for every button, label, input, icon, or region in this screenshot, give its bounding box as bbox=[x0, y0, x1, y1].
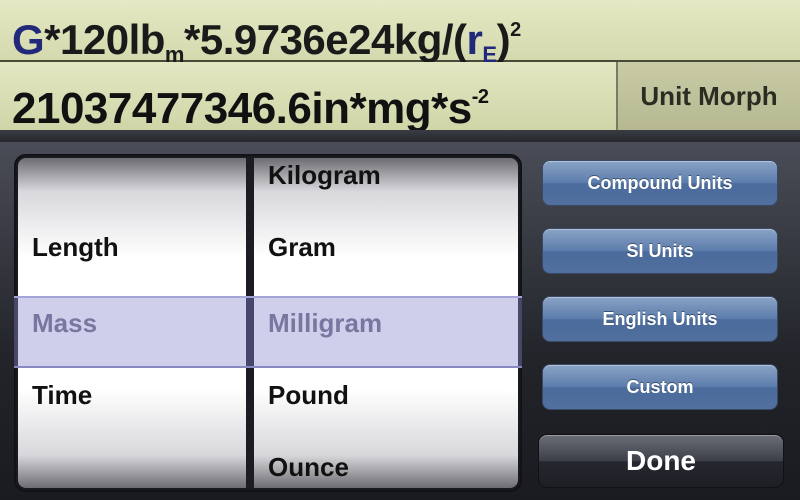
english-units-button[interactable]: English Units bbox=[542, 296, 778, 342]
expression-r: rE bbox=[466, 16, 498, 67]
unit-item-gram[interactable]: Gram bbox=[268, 232, 336, 263]
expression-r-letter: r bbox=[466, 16, 483, 63]
unit-item-kilogram[interactable]: Kilogram bbox=[268, 160, 381, 191]
expression-close: ) bbox=[496, 16, 511, 63]
unit-picker[interactable]: Length Mass Time Kilogram Gram Milligram… bbox=[14, 154, 522, 492]
unit-item-pound[interactable]: Pound bbox=[268, 380, 349, 411]
separator bbox=[0, 130, 800, 142]
result-text: 21037477346.6in*mg*s-2 bbox=[12, 72, 489, 134]
category-item-time[interactable]: Time bbox=[32, 380, 92, 411]
expression-part1: *120lb bbox=[44, 16, 165, 63]
expression-g: G bbox=[12, 16, 45, 63]
unit-converter-app: G*120lbm*5.9736e24kg/(rE)2 21037477346.6… bbox=[0, 0, 800, 500]
picker-selection-bar bbox=[14, 296, 522, 368]
unit-picker-panel: Length Mass Time Kilogram Gram Milligram… bbox=[0, 142, 800, 500]
category-item-length[interactable]: Length bbox=[32, 232, 119, 263]
expression-display[interactable]: G*120lbm*5.9736e24kg/(rE)2 bbox=[0, 0, 800, 67]
custom-button[interactable]: Custom bbox=[542, 364, 778, 410]
selection-divider bbox=[246, 298, 254, 366]
done-button[interactable]: Done bbox=[538, 434, 784, 488]
si-units-button[interactable]: SI Units bbox=[542, 228, 778, 274]
compound-units-button[interactable]: Compound Units bbox=[542, 160, 778, 206]
unit-item-ounce[interactable]: Ounce bbox=[268, 452, 349, 483]
expression-exp: 2 bbox=[510, 19, 521, 41]
result-exp: -2 bbox=[471, 86, 489, 108]
result-main: 21037477346.6in*mg*s bbox=[12, 84, 472, 133]
unit-morph-button[interactable]: Unit Morph bbox=[616, 62, 800, 130]
expression-part2: *5.9736e24kg/( bbox=[183, 16, 467, 63]
